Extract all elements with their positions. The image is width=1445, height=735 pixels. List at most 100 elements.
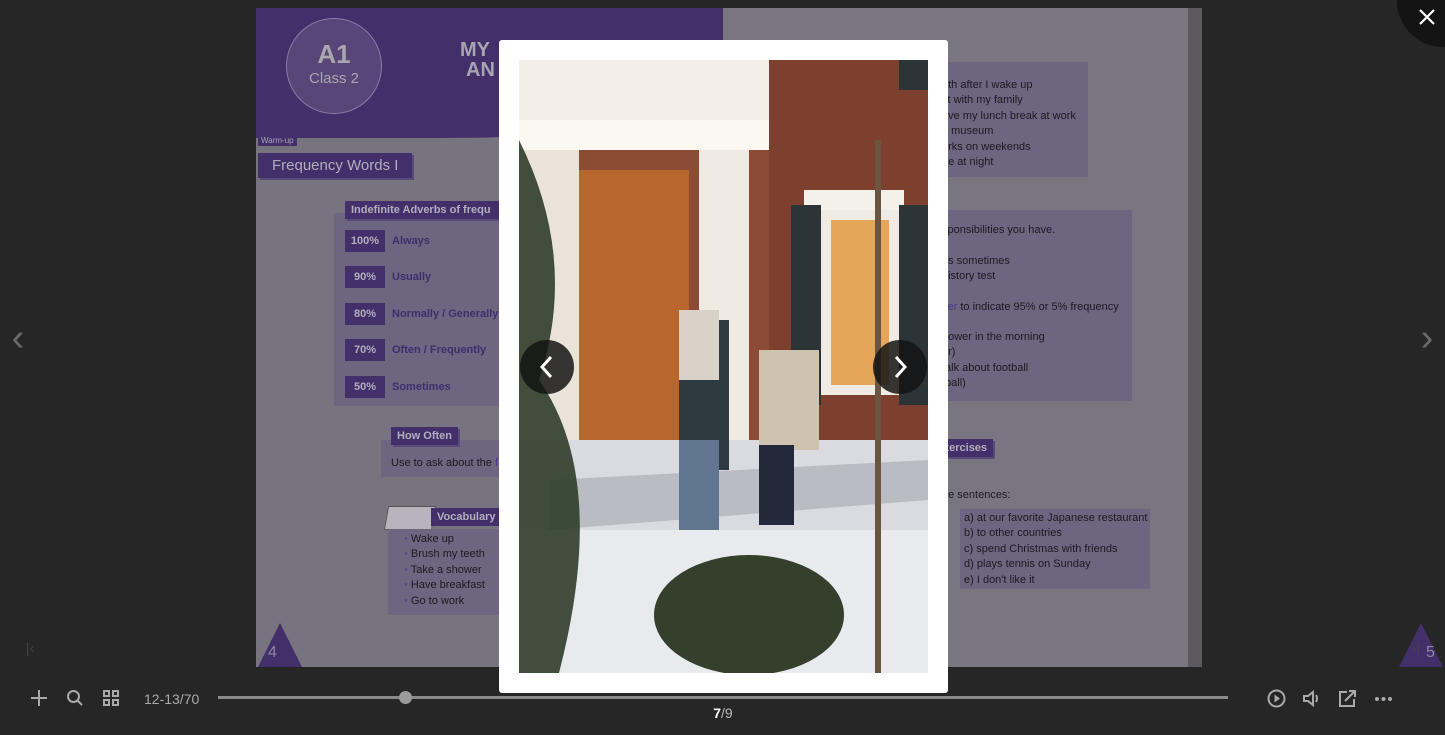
list-item: • Wake up (404, 532, 485, 547)
list-item: • Take a shower (404, 563, 485, 578)
lightbox-photo (519, 60, 928, 673)
list-item: ds sometimes (942, 254, 1010, 269)
list-item-text: Take a shower (410, 563, 482, 576)
list-item: ave my lunch break at work (942, 109, 1076, 124)
lightbox-next-button[interactable] (873, 340, 927, 394)
adverb-percent: 90% (345, 266, 385, 288)
family-house-photo (519, 60, 928, 673)
last-page-icon: ›| (1411, 640, 1421, 656)
list-item-text: Brush my teeth (410, 548, 485, 561)
frequency-note: ver to indicate 95% or 5% frequency (942, 301, 1119, 313)
next-page-button[interactable]: › (1413, 316, 1441, 359)
unit-title: MY AN (460, 39, 495, 81)
last-page-button[interactable]: ›| (1406, 638, 1426, 658)
plus-icon[interactable] (30, 689, 48, 707)
chevron-right-icon: › (1420, 316, 1434, 359)
list-item: • Brush my teeth (404, 547, 485, 562)
list-item-text: ave my lunch break at work (942, 109, 1076, 122)
first-page-icon: |‹ (25, 640, 35, 656)
adverb-label: Sometimes (392, 381, 451, 393)
page-slider[interactable] (218, 691, 1228, 704)
list-item: st with my family (942, 93, 1076, 108)
list-item-text: b) to other countries (964, 527, 1062, 540)
adverb-percent: 80% (345, 303, 385, 325)
section-title: Frequency Words I (258, 153, 413, 178)
list-item-text: a) at our favorite Japanese restaurant (964, 512, 1148, 524)
adverb-percent: 70% (345, 339, 385, 361)
bullet: • (404, 548, 411, 561)
list-item-text: e museum (942, 125, 994, 138)
list-item: b) to other countries (964, 526, 1147, 541)
bullet: • (404, 533, 411, 545)
book-icon (383, 506, 437, 530)
list-item: eth after I wake up (942, 78, 1076, 93)
list-item: d) plays tennis on Sunday (964, 557, 1147, 572)
lightbox-counter: 7/9 (713, 705, 733, 721)
bullet: • (404, 563, 411, 576)
adverbs-header: Indefinite Adverbs of frequ (345, 201, 515, 219)
level-text: A1 (317, 39, 351, 69)
adverb-label: Often / Frequently (392, 344, 487, 356)
list-item: orks on weekends (942, 140, 1076, 155)
responsibilities-text: sponsibilities you have. (942, 224, 1056, 236)
list-item: tball) (942, 376, 1045, 391)
class-text: Class 2 (308, 70, 360, 87)
bullet: • (404, 579, 411, 592)
share-icon[interactable] (1338, 689, 1357, 708)
chevron-left-icon (539, 355, 553, 379)
list-item: • Have breakfast (404, 578, 485, 593)
page-edge (1188, 8, 1202, 667)
list-item-text: Have breakfast (410, 579, 485, 592)
list-item: e museum (942, 124, 1076, 139)
warmup-tag: Warm-up (258, 135, 297, 146)
page-number: 4 (268, 644, 277, 661)
list-item-text: st with my family (942, 94, 1023, 107)
volume-icon[interactable] (1302, 689, 1321, 708)
page-number: 5 (1426, 644, 1435, 661)
list-item: ee at night (942, 155, 1076, 170)
chevron-right-icon (894, 355, 908, 379)
level-badge: A1 Class 2 (286, 18, 382, 114)
slider-handle[interactable] (398, 691, 412, 704)
list-item-text: d) plays tennis on Sunday (964, 558, 1091, 571)
lightbox-prev-button[interactable] (520, 340, 574, 394)
page-corner (258, 623, 302, 667)
list-item: history test (942, 269, 1010, 284)
list-item: er) (942, 345, 1045, 360)
list-item: talk about football (942, 361, 1045, 376)
chevron-left-icon: ‹ (11, 316, 25, 359)
exercises-prompt: he sentences: (942, 489, 1011, 501)
list-item-text: ee at night (942, 156, 994, 169)
list-item-text: ds sometimes (942, 255, 1010, 267)
how-often-label: How Often (391, 427, 458, 445)
list-item-text: talk about football (942, 361, 1029, 374)
how-often-text: Use to ask about the f (391, 457, 499, 469)
close-button[interactable] (1397, 0, 1445, 47)
list-item-text: hower in the morning (942, 331, 1045, 343)
list-item-text: c) spend Christmas with friends (964, 542, 1118, 555)
list-item: e) I don't like it (964, 573, 1147, 588)
grid-icon[interactable] (102, 689, 120, 707)
close-icon (1419, 9, 1435, 25)
list-item: • Go to work (404, 594, 485, 609)
adverb-label: Always (392, 235, 430, 247)
adverb-label: Usually (392, 271, 432, 283)
list-item-text: Wake up (410, 533, 454, 545)
list-item-text: e) I don't like it (964, 573, 1035, 586)
search-icon[interactable] (66, 689, 84, 707)
prev-page-button[interactable]: ‹ (4, 316, 32, 359)
list-item-text: eth after I wake up (942, 79, 1033, 91)
list-item-text: orks on weekends (942, 140, 1031, 153)
bullet: • (404, 594, 411, 607)
list-item: a) at our favorite Japanese restaurant (964, 511, 1147, 526)
play-icon[interactable] (1267, 689, 1286, 708)
list-item-text: history test (942, 270, 996, 283)
vocabulary-label: Vocabulary (431, 508, 501, 526)
first-page-button[interactable]: |‹ (20, 638, 40, 658)
more-icon[interactable] (1374, 689, 1393, 708)
image-lightbox (499, 40, 948, 693)
list-item: c) spend Christmas with friends (964, 542, 1147, 557)
list-item-text: Go to work (410, 594, 465, 607)
adverb-label: Normally / Generally (392, 308, 499, 320)
page-indicator: 12-13/70 (144, 691, 200, 707)
